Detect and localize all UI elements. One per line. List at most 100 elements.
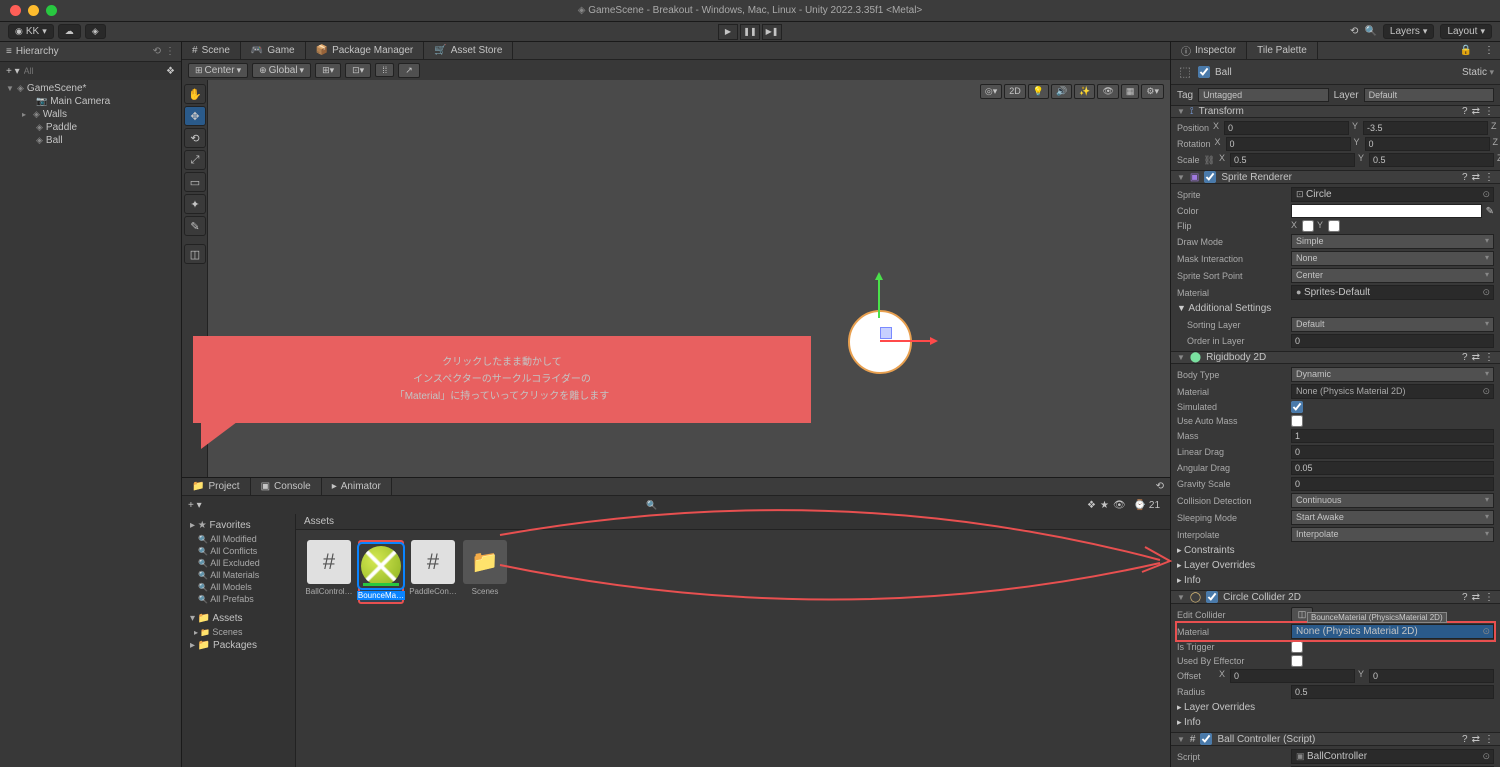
hand-tool[interactable]: ✋ xyxy=(184,84,206,104)
space-mode-button[interactable]: ⊕Global▾ xyxy=(252,63,311,78)
move-gizmo-y[interactable] xyxy=(878,274,880,318)
fx-toggle[interactable]: ✨ xyxy=(1074,84,1095,99)
scale-link-icon[interactable]: ⛓ xyxy=(1204,155,1215,166)
snap-button[interactable]: ⊡▾ xyxy=(345,63,371,78)
pivot-mode-button[interactable]: ⊞Center▾ xyxy=(188,63,248,78)
constraints-foldout[interactable]: ▸ Constraints xyxy=(1177,543,1494,558)
project-add-button[interactable]: + ▾ xyxy=(188,500,202,511)
hierarchy-item-ball[interactable]: ◈Ball xyxy=(4,134,177,147)
gameobject-enabled-checkbox[interactable] xyxy=(1198,66,1210,78)
scale-y-input[interactable] xyxy=(1369,153,1494,167)
rigidbody-header[interactable]: ▼⬤ Rigidbody 2D ?⇄⋮ xyxy=(1171,351,1500,364)
simulated-checkbox[interactable] xyxy=(1291,401,1303,413)
additional-settings-foldout[interactable]: ▼ Additional Settings xyxy=(1177,301,1494,316)
position-x-input[interactable] xyxy=(1224,121,1349,135)
breadcrumb-assets[interactable]: Assets xyxy=(304,516,334,527)
custom-tool[interactable]: ✎ xyxy=(184,216,206,236)
lighting-toggle[interactable]: 💡 xyxy=(1028,84,1049,99)
close-window-button[interactable] xyxy=(10,5,21,16)
static-dropdown[interactable]: Static ▾ xyxy=(1462,67,1494,78)
inspector-lock-icon[interactable]: 🔒 xyxy=(1454,45,1478,56)
sleeping-dropdown[interactable]: Start Awake xyxy=(1291,510,1494,525)
project-search-input[interactable] xyxy=(646,500,1083,510)
tab-console[interactable]: ▣Console xyxy=(251,478,322,495)
offset-x-input[interactable] xyxy=(1230,669,1355,683)
maximize-window-button[interactable] xyxy=(46,5,57,16)
move-gizmo-xy[interactable] xyxy=(880,327,892,339)
angular-drag-input[interactable] xyxy=(1291,461,1494,475)
offset-y-input[interactable] xyxy=(1369,669,1494,683)
rotate-tool[interactable]: ⟲ xyxy=(184,128,206,148)
rb-info-foldout[interactable]: ▸ Info xyxy=(1177,573,1494,588)
circle-collider-header[interactable]: ▼◯ Circle Collider 2D ?⇄⋮ xyxy=(1171,590,1500,604)
tab-tile-palette[interactable]: Tile Palette xyxy=(1247,42,1318,59)
fav-all-materials[interactable]: All Materials xyxy=(186,569,291,581)
sprite-material-field[interactable]: ● Sprites-Default xyxy=(1291,285,1494,300)
search-icon[interactable]: 🔍 xyxy=(1364,26,1376,37)
fav-all-modified[interactable]: All Modified xyxy=(186,533,291,545)
preset-icon[interactable]: ⇄ xyxy=(1472,106,1480,117)
radius-input[interactable] xyxy=(1291,685,1494,699)
is-trigger-checkbox[interactable] xyxy=(1291,641,1303,653)
hidden-toggle[interactable]: 👁 xyxy=(1097,84,1118,99)
help-icon[interactable]: ? xyxy=(1462,106,1468,117)
ball-controller-header[interactable]: ▼# Ball Controller (Script) ?⇄⋮ xyxy=(1171,732,1500,746)
tab-package-manager[interactable]: 📦Package Manager xyxy=(306,42,425,59)
flip-y-checkbox[interactable] xyxy=(1328,220,1340,232)
mask-dropdown[interactable]: None xyxy=(1291,251,1494,266)
fav-all-excluded[interactable]: All Excluded xyxy=(186,557,291,569)
gizmos-toggle[interactable]: ⚙▾ xyxy=(1141,84,1164,99)
component-menu-icon[interactable]: ⋮ xyxy=(1484,106,1494,117)
fav-all-models[interactable]: All Models xyxy=(186,581,291,593)
layer-dropdown[interactable]: Default xyxy=(1364,88,1494,102)
packages-folder-header[interactable]: ▸ 📁 Packages xyxy=(186,638,291,653)
favorites-header[interactable]: ▸ ★ Favorites xyxy=(186,518,291,533)
hierarchy-item-camera[interactable]: 📷Main Camera xyxy=(4,95,177,108)
move-gizmo-x[interactable] xyxy=(880,340,936,342)
scale-tool[interactable]: ⤢ xyxy=(184,150,206,170)
order-input[interactable] xyxy=(1291,334,1494,348)
project-filter-icon[interactable]: ❖ xyxy=(1087,500,1096,511)
project-fav-icon[interactable]: ★ xyxy=(1100,500,1109,511)
folder-scenes[interactable]: Scenes xyxy=(186,626,291,638)
sprite-field[interactable]: ⊡ Circle xyxy=(1291,187,1494,202)
project-hidden-icon[interactable]: 👁 xyxy=(1113,500,1126,511)
asset-scenes-folder[interactable]: 📁 Scenes xyxy=(462,540,508,604)
layout-dropdown[interactable]: Layout ▾ xyxy=(1440,24,1492,39)
grid-snap-button[interactable]: ⊞▾ xyxy=(315,63,341,78)
play-button[interactable]: ▶ xyxy=(718,24,738,40)
asset-ballcontroller[interactable]: # BallControl… xyxy=(306,540,352,604)
position-y-input[interactable] xyxy=(1363,121,1488,135)
layers-toggle[interactable]: ▦ xyxy=(1121,84,1140,99)
rect-tool[interactable]: ▭ xyxy=(184,172,206,192)
transform-tool[interactable]: ✦ xyxy=(184,194,206,214)
tag-dropdown[interactable]: Untagged xyxy=(1198,88,1328,102)
asset-paddlecontroller[interactable]: # PaddleCon… xyxy=(410,540,456,604)
tab-game[interactable]: 🎮Game xyxy=(241,42,306,59)
draw-mode-dropdown[interactable]: Simple xyxy=(1291,234,1494,249)
project-link-icon[interactable]: ⟲ xyxy=(1150,481,1170,492)
flip-x-checkbox[interactable] xyxy=(1302,220,1314,232)
rb-overrides-foldout[interactable]: ▸ Layer Overrides xyxy=(1177,558,1494,573)
tab-scene[interactable]: #Scene xyxy=(182,42,241,59)
mass-input[interactable] xyxy=(1291,429,1494,443)
pause-button[interactable]: ❚❚ xyxy=(740,24,760,40)
hierarchy-add-button[interactable]: + ▾ xyxy=(6,66,20,77)
layers-dropdown[interactable]: Layers ▾ xyxy=(1383,24,1435,39)
ball-sprite[interactable] xyxy=(848,310,912,374)
auto-mass-checkbox[interactable] xyxy=(1291,415,1303,427)
cloud-button[interactable]: ☁ xyxy=(58,24,81,39)
script-enabled-checkbox[interactable] xyxy=(1200,733,1212,745)
hierarchy-item-paddle[interactable]: ◈Paddle xyxy=(4,121,177,134)
fav-all-prefabs[interactable]: All Prefabs xyxy=(186,593,291,605)
linear-drag-input[interactable] xyxy=(1291,445,1494,459)
increment-snap-button[interactable]: ⁞⁞ xyxy=(375,63,394,77)
sort-point-dropdown[interactable]: Center xyxy=(1291,268,1494,283)
tab-asset-store[interactable]: 🛒Asset Store xyxy=(424,42,513,59)
asset-bouncematerial[interactable]: BounceMa… xyxy=(358,540,404,604)
collider-edit-tool[interactable]: ◫ xyxy=(184,244,206,264)
tab-project[interactable]: 📁Project xyxy=(182,478,251,495)
hierarchy-menu-icon[interactable]: ⋮ xyxy=(165,46,175,57)
collider-material-field[interactable]: None (Physics Material 2D) xyxy=(1291,624,1494,639)
inspector-menu-icon[interactable]: ⋮ xyxy=(1478,45,1500,56)
